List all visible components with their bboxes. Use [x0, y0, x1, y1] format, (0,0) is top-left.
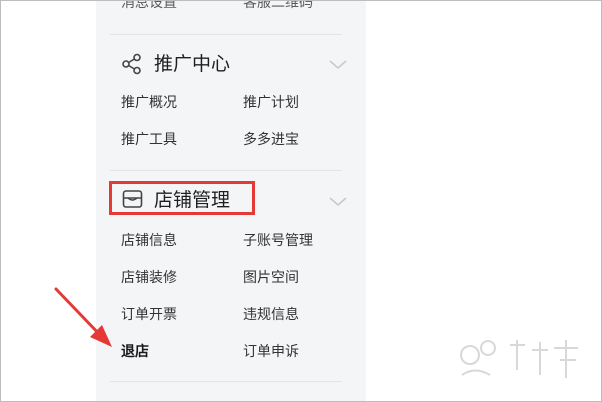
menu-item-order-invoice[interactable]: 订单开票: [121, 306, 177, 324]
menu-item-service-qrcode[interactable]: 客服二维码: [243, 0, 313, 12]
chevron-down-icon[interactable]: [329, 60, 347, 70]
menu-item-duoduo-jinbao[interactable]: 多多进宝: [243, 131, 299, 149]
menu-item-store-info[interactable]: 店铺信息: [121, 232, 177, 250]
watermark: [460, 340, 578, 378]
menu-item-order-appeal[interactable]: 订单申诉: [243, 343, 299, 361]
chevron-down-icon[interactable]: [329, 197, 347, 207]
share-icon: [122, 53, 141, 75]
menu-item-close-store[interactable]: 退店: [121, 343, 149, 361]
menu-item-store-decoration[interactable]: 店铺装修: [121, 269, 177, 287]
menu-item-promo-tools[interactable]: 推广工具: [121, 131, 177, 149]
menu-item-violation-info[interactable]: 违规信息: [243, 306, 299, 324]
section-title-promotion[interactable]: 推广中心: [154, 52, 230, 76]
menu-item-promo-overview[interactable]: 推广概况: [121, 94, 177, 112]
divider: [110, 34, 342, 35]
menu-item-message-settings[interactable]: 消息设置: [121, 0, 177, 12]
red-arrow-annotation: [54, 287, 112, 347]
highlight-box: [109, 181, 255, 215]
menu-item-sub-account[interactable]: 子账号管理: [243, 232, 313, 250]
divider: [110, 381, 342, 382]
menu-item-image-space[interactable]: 图片空间: [243, 269, 299, 287]
menu-item-promo-plan[interactable]: 推广计划: [243, 94, 299, 112]
divider: [110, 170, 342, 171]
